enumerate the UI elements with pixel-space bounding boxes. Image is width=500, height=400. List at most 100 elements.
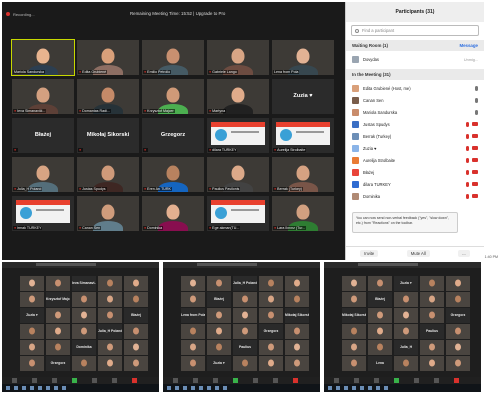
video-tile[interactable] (394, 356, 418, 371)
video-tile[interactable]: ●Lara Ilınınz (Tur... (272, 196, 334, 231)
mic-muted-icon[interactable] (466, 146, 469, 151)
video-tile[interactable]: Błażej (124, 308, 148, 323)
video-tile[interactable] (98, 308, 122, 323)
video-tile[interactable] (20, 292, 44, 307)
video-tile[interactable]: ●Paulius Pavilonis (207, 157, 269, 192)
control-button[interactable] (414, 378, 419, 383)
participant-row[interactable]: Edita Grubiené (Host, me) (346, 83, 484, 94)
video-tile[interactable] (446, 340, 470, 355)
video-tile[interactable]: Mikołaj Sikorski (342, 308, 366, 323)
video-tile[interactable] (233, 292, 257, 307)
video-tile[interactable]: ●Justas Spudys (77, 157, 139, 192)
video-tile[interactable]: Błażej (368, 292, 392, 307)
control-button[interactable] (32, 378, 37, 383)
video-tile[interactable]: Dominika (72, 340, 96, 355)
mic-icon[interactable] (475, 110, 478, 115)
video-tile[interactable]: Grzegorz (46, 356, 70, 371)
taskbar-app-icon[interactable] (215, 386, 219, 390)
mic-muted-icon[interactable] (466, 158, 469, 163)
video-tile[interactable] (394, 308, 418, 323)
video-tile[interactable]: Mikołaj Sikorski (285, 308, 309, 323)
video-tile[interactable] (259, 308, 283, 323)
control-button[interactable] (132, 378, 137, 383)
participant-row[interactable]: Mariola Sandurska (346, 107, 484, 118)
video-tile[interactable]: Grzegorz (259, 324, 283, 339)
participant-row[interactable]: Berrak (Turkey) (346, 131, 484, 142)
control-button[interactable] (273, 378, 278, 383)
video-tile[interactable]: ●Emilio Petrolio (142, 40, 204, 75)
video-tile[interactable]: Mariola Sandurska (11, 39, 75, 76)
taskbar-app-icon[interactable] (6, 386, 10, 390)
video-tile[interactable] (420, 356, 444, 371)
control-button[interactable] (193, 378, 198, 383)
control-button[interactable] (253, 378, 258, 383)
taskbar-app-icon[interactable] (183, 386, 187, 390)
invite-button[interactable]: Invite (360, 250, 379, 257)
video-off-icon[interactable] (472, 170, 478, 174)
control-button[interactable] (374, 378, 379, 383)
video-tile[interactable] (259, 356, 283, 371)
taskbar-app-icon[interactable] (336, 386, 340, 390)
video-tile[interactable] (46, 276, 70, 291)
mic-muted-icon[interactable] (466, 134, 469, 139)
video-tile[interactable] (368, 324, 392, 339)
recording-indicator[interactable]: Recording... (6, 12, 35, 17)
taskbar-app-icon[interactable] (38, 386, 42, 390)
video-tile[interactable] (181, 356, 205, 371)
video-tile[interactable] (181, 292, 205, 307)
control-button[interactable] (434, 378, 439, 383)
video-tile[interactable]: Lena from Pola (272, 40, 334, 75)
video-tile[interactable] (446, 292, 470, 307)
participant-row[interactable]: Canan Sen (346, 95, 484, 106)
video-tile[interactable]: Mikołaj Sikorski ● (77, 118, 139, 153)
video-tile[interactable] (20, 340, 44, 355)
participant-row[interactable]: dilara TURKEY (346, 179, 484, 190)
video-tile[interactable] (342, 276, 366, 291)
video-tile[interactable] (98, 276, 122, 291)
video-tile[interactable]: Lena from Poland (181, 308, 205, 323)
video-tile[interactable] (285, 276, 309, 291)
video-tile[interactable] (368, 308, 392, 323)
control-button[interactable] (233, 378, 238, 383)
video-tile[interactable] (446, 276, 470, 291)
taskbar-app-icon[interactable] (30, 386, 34, 390)
video-tile[interactable]: Błażej ● (12, 118, 74, 153)
video-tile[interactable]: Grzegorz (446, 308, 470, 323)
video-tile[interactable] (394, 324, 418, 339)
video-tile[interactable]: Krzysztof Majcer (46, 292, 70, 307)
video-tile[interactable] (72, 324, 96, 339)
taskbar-app-icon[interactable] (14, 386, 18, 390)
video-tile[interactable] (207, 308, 231, 323)
control-button[interactable] (213, 378, 218, 383)
meeting-timer[interactable]: Remaining Meeting Time: 15:52 | Upgrade … (130, 11, 225, 16)
video-tile[interactable] (20, 324, 44, 339)
taskbar-app-icon[interactable] (191, 386, 195, 390)
video-tile[interactable] (420, 276, 444, 291)
video-tile[interactable]: Julia_H Poland (233, 276, 257, 291)
video-off-icon[interactable] (472, 182, 478, 186)
video-tile[interactable]: ●Edita Grubiené (77, 40, 139, 75)
video-tile[interactable] (124, 292, 148, 307)
video-tile[interactable] (394, 292, 418, 307)
video-tile[interactable] (446, 356, 470, 371)
taskbar-app-icon[interactable] (46, 386, 50, 390)
taskbar-app-icon[interactable] (223, 386, 227, 390)
video-tile[interactable] (98, 356, 122, 371)
control-button[interactable] (293, 378, 298, 383)
video-tile[interactable]: ●Ege akman(TU... (207, 196, 269, 231)
video-tile[interactable]: ●Dominika (142, 196, 204, 231)
video-tile[interactable] (124, 340, 148, 355)
taskbar-app-icon[interactable] (352, 386, 356, 390)
taskbar-app-icon[interactable] (328, 386, 332, 390)
taskbar-app-icon[interactable] (62, 386, 66, 390)
mic-muted-icon[interactable] (466, 170, 469, 175)
video-tile[interactable] (124, 276, 148, 291)
video-tile[interactable]: ●Eren Arı TURK (142, 157, 204, 192)
video-tile[interactable] (342, 324, 366, 339)
participant-row[interactable]: Aurelija Strolbaite (346, 155, 484, 166)
control-button[interactable] (12, 378, 17, 383)
video-tile[interactable] (46, 324, 70, 339)
video-tile[interactable] (72, 356, 96, 371)
video-tile[interactable] (124, 324, 148, 339)
control-button[interactable] (394, 378, 399, 383)
